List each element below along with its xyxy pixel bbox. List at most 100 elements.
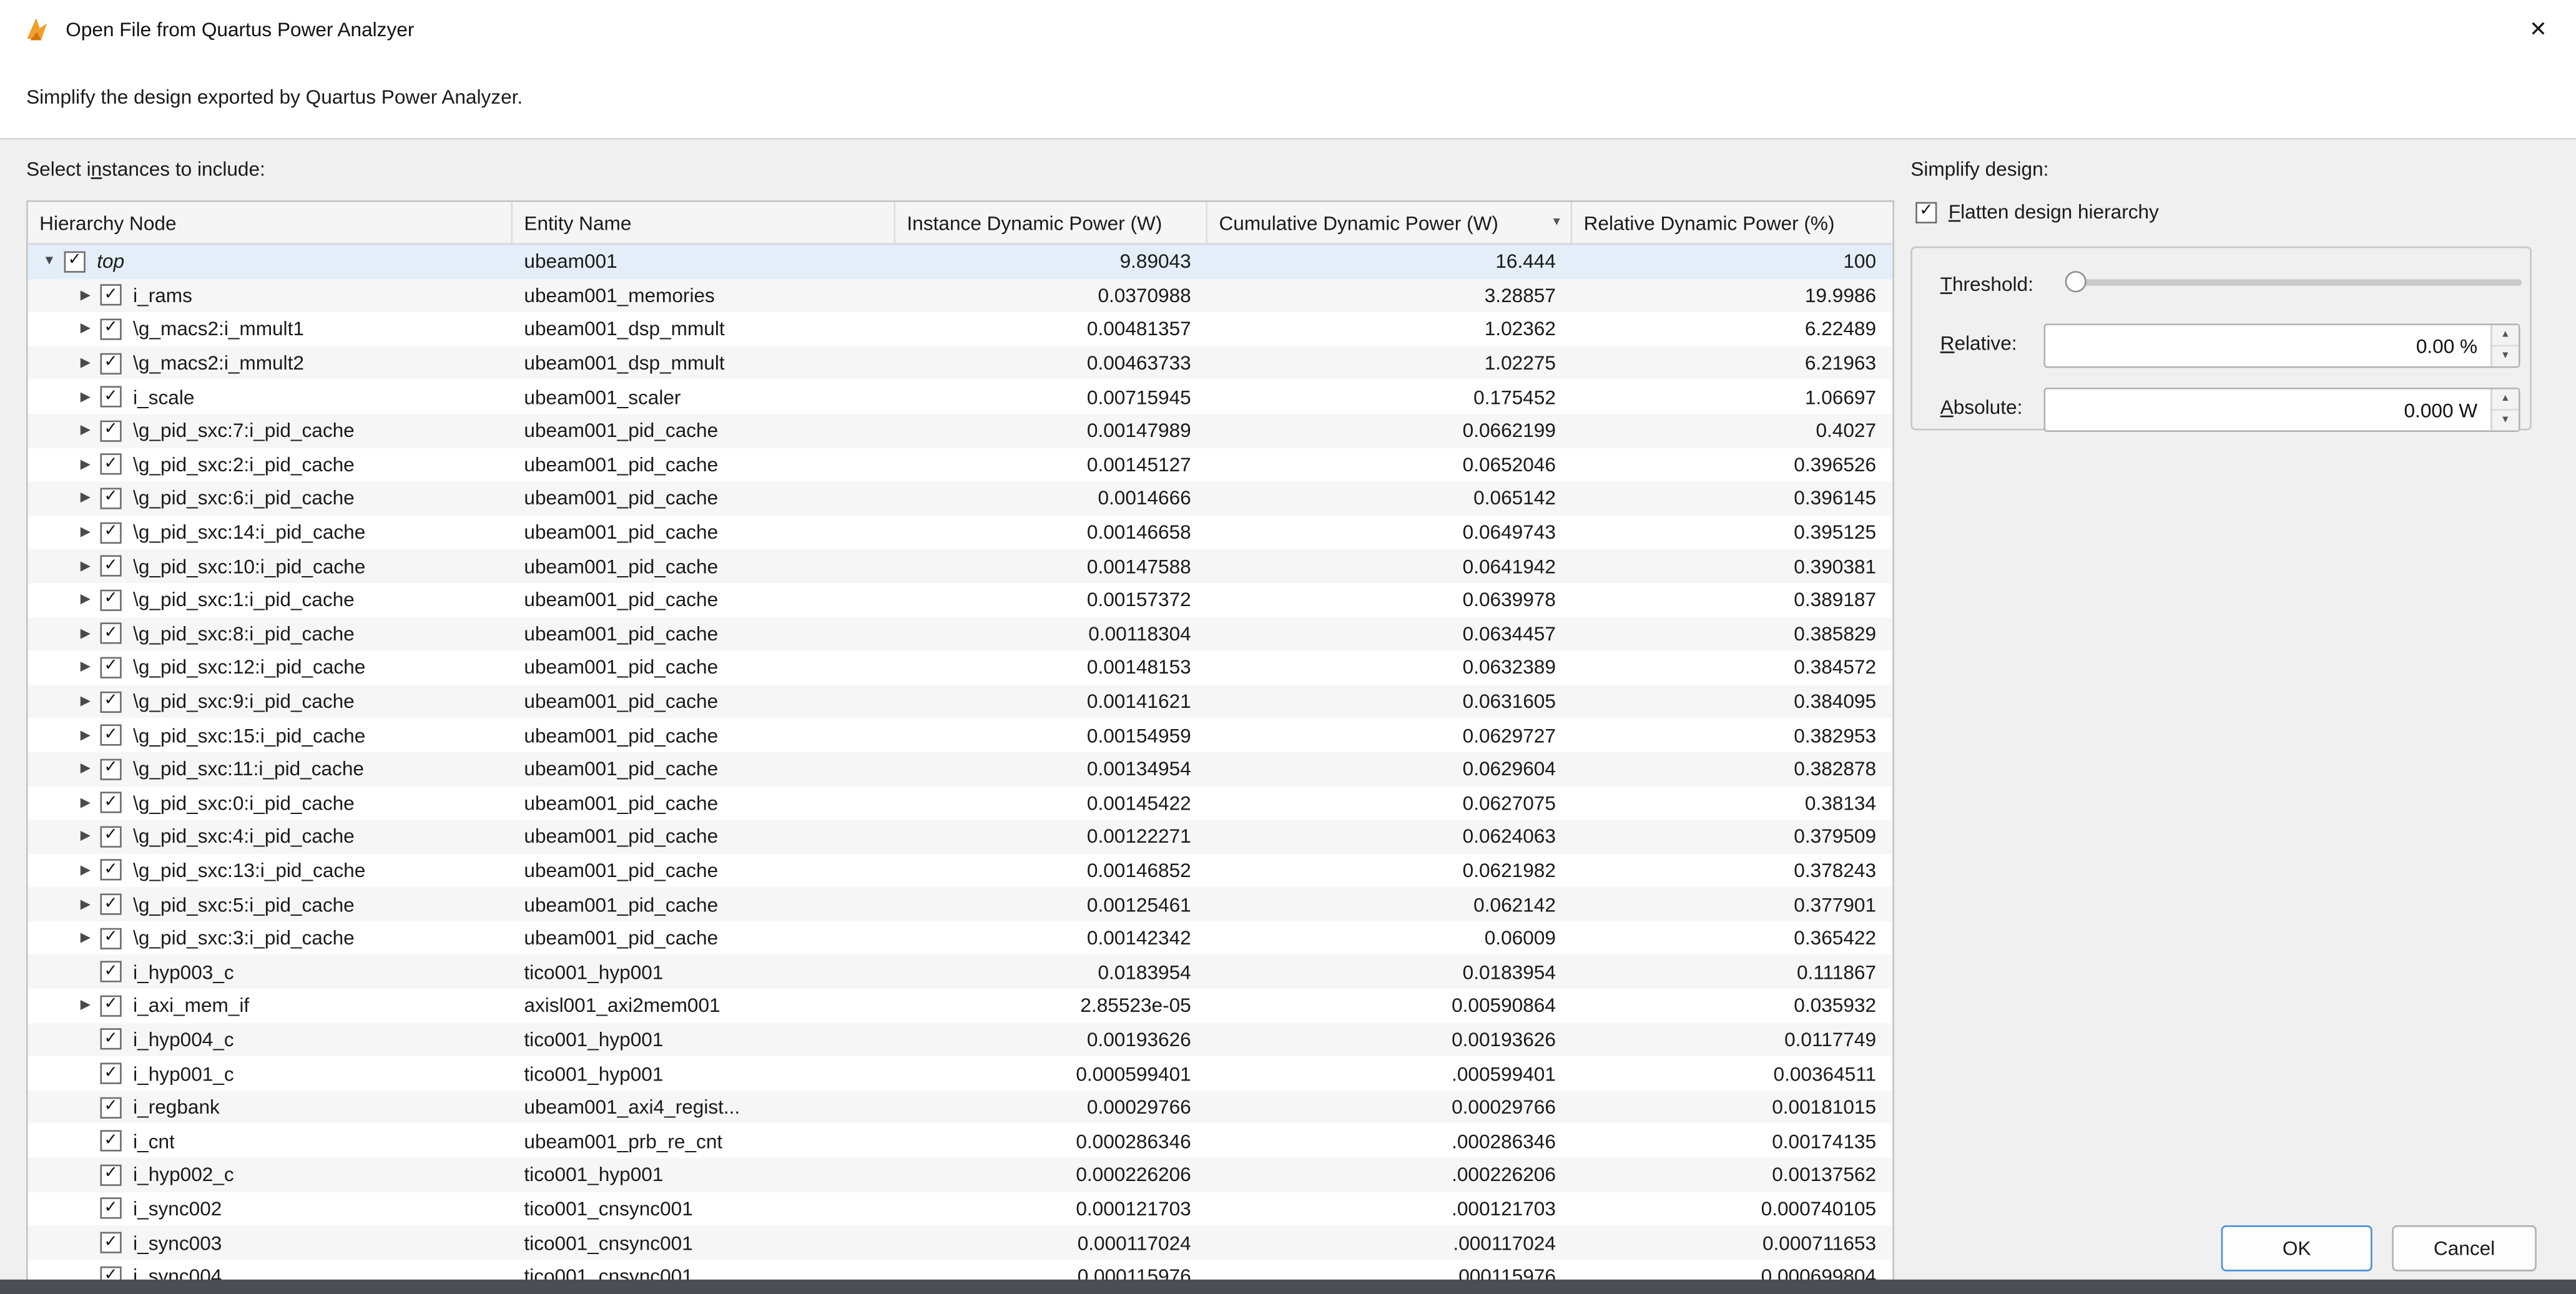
- table-row[interactable]: ▶ ✓ i_rams ubeam001_memories 0.0370988 3…: [28, 278, 1893, 312]
- table-row[interactable]: ▶ ✓ \g_pid_sxc:11:i_pid_cache ubeam001_p…: [28, 752, 1893, 786]
- row-checkbox[interactable]: ✓: [101, 928, 122, 949]
- relative-value-input[interactable]: [2045, 325, 2489, 366]
- row-checkbox[interactable]: ✓: [101, 758, 122, 780]
- expander-icon[interactable]: ▶: [71, 492, 100, 505]
- row-checkbox[interactable]: ✓: [101, 725, 122, 746]
- expander-icon[interactable]: ▶: [71, 728, 100, 742]
- row-checkbox[interactable]: ✓: [101, 1232, 122, 1253]
- expander-icon[interactable]: ▶: [71, 526, 100, 539]
- column-header-relative-dynamic-power[interactable]: Relative Dynamic Power (%): [1572, 202, 1892, 243]
- expander-icon[interactable]: ▶: [71, 594, 100, 607]
- table-row[interactable]: ▶ ✓ \g_pid_sxc:2:i_pid_cache ubeam001_pi…: [28, 448, 1893, 481]
- table-row[interactable]: ▶ ✓ \g_pid_sxc:6:i_pid_cache ubeam001_pi…: [28, 481, 1893, 515]
- table-row[interactable]: ✓ i_regbank ubeam001_axi4_regist... 0.00…: [28, 1091, 1893, 1124]
- table-row[interactable]: ▶ ✓ \g_pid_sxc:8:i_pid_cache ubeam001_pi…: [28, 617, 1893, 650]
- row-checkbox[interactable]: ✓: [101, 589, 122, 610]
- expander-icon[interactable]: ▶: [71, 627, 100, 640]
- row-checkbox[interactable]: ✓: [101, 995, 122, 1016]
- expander-icon[interactable]: ▶: [71, 830, 100, 843]
- row-checkbox[interactable]: ✓: [101, 1164, 122, 1185]
- absolute-value-input[interactable]: [2045, 390, 2489, 431]
- expander-icon[interactable]: ▶: [71, 999, 100, 1012]
- expander-icon[interactable]: ▶: [71, 289, 100, 302]
- row-checkbox[interactable]: ✓: [101, 488, 122, 509]
- table-row[interactable]: ▶ ✓ \g_pid_sxc:1:i_pid_cache ubeam001_pi…: [28, 583, 1893, 617]
- table-row[interactable]: ▶ ✓ \g_pid_sxc:10:i_pid_cache ubeam001_p…: [28, 549, 1893, 583]
- row-checkbox[interactable]: ✓: [101, 860, 122, 881]
- column-header-cumulative-dynamic-power[interactable]: Cumulative Dynamic Power (W)▼: [1207, 202, 1572, 243]
- table-row[interactable]: ▶ ✓ \g_pid_sxc:7:i_pid_cache ubeam001_pi…: [28, 414, 1893, 448]
- expander-icon[interactable]: ▶: [71, 898, 100, 911]
- expander-icon[interactable]: ▶: [71, 390, 100, 403]
- expander-icon[interactable]: ▶: [71, 695, 100, 708]
- table-row[interactable]: ▶ ✓ \g_pid_sxc:5:i_pid_cache ubeam001_pi…: [28, 888, 1893, 921]
- table-row[interactable]: ✓ i_hyp002_c tico001_hyp001 0.000226206 …: [28, 1158, 1893, 1192]
- table-row[interactable]: ▶ ✓ \g_pid_sxc:3:i_pid_cache ubeam001_pi…: [28, 921, 1893, 955]
- table-row[interactable]: ▼ ✓ top ubeam001 9.89043 16.444 100: [28, 245, 1893, 278]
- row-checkbox[interactable]: ✓: [101, 1029, 122, 1050]
- column-header-entity-name[interactable]: Entity Name: [513, 202, 895, 243]
- row-checkbox[interactable]: ✓: [101, 285, 122, 306]
- expander-icon[interactable]: ▼: [34, 255, 64, 268]
- relative-power: 0.365422: [1572, 927, 1892, 950]
- table-row[interactable]: ✓ i_sync003 tico001_cnsync001 0.00011702…: [28, 1226, 1893, 1260]
- table-row[interactable]: ✓ i_hyp001_c tico001_hyp001 0.000599401 …: [28, 1057, 1893, 1091]
- table-row[interactable]: ▶ ✓ i_scale ubeam001_scaler 0.00715945 0…: [28, 380, 1893, 414]
- expander-icon[interactable]: ▶: [71, 864, 100, 877]
- column-header-instance-dynamic-power[interactable]: Instance Dynamic Power (W): [895, 202, 1207, 243]
- expander-icon[interactable]: ▶: [71, 762, 100, 775]
- row-checkbox[interactable]: ✓: [101, 691, 122, 712]
- expander-icon[interactable]: ▶: [71, 356, 100, 370]
- row-checkbox[interactable]: ✓: [101, 556, 122, 577]
- column-header-hierarchy-node[interactable]: Hierarchy Node: [28, 202, 513, 243]
- expander-icon[interactable]: ▶: [71, 424, 100, 438]
- table-row[interactable]: ▶ ✓ \g_pid_sxc:4:i_pid_cache ubeam001_pi…: [28, 820, 1893, 853]
- row-checkbox[interactable]: ✓: [101, 657, 122, 678]
- row-checkbox[interactable]: ✓: [101, 420, 122, 441]
- expander-icon[interactable]: ▶: [71, 796, 100, 810]
- spin-up-icon[interactable]: ▲: [2492, 390, 2519, 411]
- expander-icon[interactable]: ▶: [71, 559, 100, 572]
- expander-icon[interactable]: ▶: [71, 323, 100, 336]
- row-checkbox[interactable]: ✓: [101, 1097, 122, 1118]
- threshold-slider[interactable]: [2065, 271, 2522, 294]
- flatten-checkbox[interactable]: ✓: [1915, 201, 1937, 222]
- table-row[interactable]: ▶ ✓ \g_pid_sxc:12:i_pid_cache ubeam001_p…: [28, 650, 1893, 684]
- row-checkbox[interactable]: ✓: [101, 1063, 122, 1084]
- row-checkbox[interactable]: ✓: [101, 353, 122, 374]
- table-row[interactable]: ✓ i_hyp003_c tico001_hyp001 0.0183954 0.…: [28, 955, 1893, 989]
- row-checkbox[interactable]: ✓: [101, 792, 122, 813]
- row-checkbox[interactable]: ✓: [101, 1130, 122, 1152]
- row-checkbox[interactable]: ✓: [101, 623, 122, 644]
- table-row[interactable]: ▶ ✓ \g_macs2:i_mmult2 ubeam001_dsp_mmult…: [28, 346, 1893, 380]
- table-row[interactable]: ▶ ✓ \g_pid_sxc:14:i_pid_cache ubeam001_p…: [28, 516, 1893, 549]
- cancel-button[interactable]: Cancel: [2392, 1225, 2537, 1272]
- row-checkbox[interactable]: ✓: [101, 454, 122, 475]
- spin-down-icon[interactable]: ▼: [2492, 346, 2519, 366]
- table-row[interactable]: ▶ ✓ \g_pid_sxc:13:i_pid_cache ubeam001_p…: [28, 853, 1893, 887]
- table-row[interactable]: ▶ ✓ \g_macs2:i_mmult1 ubeam001_dsp_mmult…: [28, 312, 1893, 346]
- table-row[interactable]: ✓ i_cnt ubeam001_prb_re_cnt 0.000286346 …: [28, 1124, 1893, 1158]
- expander-icon[interactable]: ▶: [71, 458, 100, 471]
- row-checkbox[interactable]: ✓: [101, 826, 122, 847]
- table-row[interactable]: ✓ i_hyp004_c tico001_hyp001 0.00193626 0…: [28, 1022, 1893, 1056]
- table-row[interactable]: ▶ ✓ i_axi_mem_if axisl001_axi2mem001 2.8…: [28, 989, 1893, 1022]
- row-checkbox[interactable]: ✓: [101, 894, 122, 915]
- expander-icon[interactable]: ▶: [71, 931, 100, 944]
- table-row[interactable]: ▶ ✓ \g_pid_sxc:9:i_pid_cache ubeam001_pi…: [28, 685, 1893, 718]
- spin-down-icon[interactable]: ▼: [2492, 411, 2519, 431]
- expander-icon[interactable]: ▶: [71, 661, 100, 674]
- table-row[interactable]: ▶ ✓ \g_pid_sxc:0:i_pid_cache ubeam001_pi…: [28, 786, 1893, 820]
- table-row[interactable]: ▶ ✓ \g_pid_sxc:15:i_pid_cache ubeam001_p…: [28, 718, 1893, 752]
- row-checkbox[interactable]: ✓: [64, 251, 86, 272]
- close-icon[interactable]: ✕: [2500, 0, 2576, 59]
- spin-up-icon[interactable]: ▲: [2492, 325, 2519, 346]
- row-checkbox[interactable]: ✓: [101, 522, 122, 543]
- row-checkbox[interactable]: ✓: [101, 961, 122, 983]
- row-checkbox[interactable]: ✓: [101, 318, 122, 340]
- threshold-slider-handle[interactable]: [2065, 271, 2087, 292]
- row-checkbox[interactable]: ✓: [101, 386, 122, 408]
- row-checkbox[interactable]: ✓: [101, 1198, 122, 1219]
- ok-button[interactable]: OK: [2221, 1225, 2372, 1272]
- table-row[interactable]: ✓ i_sync002 tico001_cnsync001 0.00012170…: [28, 1192, 1893, 1225]
